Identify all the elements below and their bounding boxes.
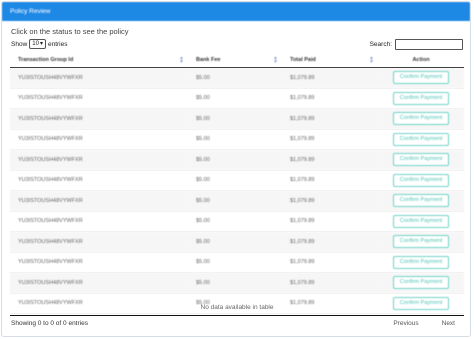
cell-transaction-group-id: YU3ISTOUSH48VYWFXR [10, 88, 188, 109]
cell-bank-fee: $5.00 [188, 231, 282, 253]
table-row: YU3ISTOUSH48VYWFXR $5.00 $1,079.89 Confirm … [10, 88, 464, 109]
confirm-payment-button[interactable]: Confirm Payment [393, 112, 449, 126]
search-input[interactable] [395, 39, 463, 50]
length-prefix: Show [11, 40, 28, 48]
table-row: YU3ISTOUSH48VYWFXR $5.00 $1,079.89 Confirm … [10, 149, 464, 171]
column-header-action: Action [378, 53, 464, 68]
confirm-payment-button[interactable]: Confirm Payment [393, 153, 449, 167]
cell-total-paid: $1,079.89 [282, 231, 378, 253]
cell-action: Confirm Payment [378, 272, 464, 294]
table-row: YU3ISTOUSH48VYWFXR $5.00 $1,079.89 Confirm … [10, 231, 464, 253]
cell-transaction-group-id: YU3ISTOUSH48VYWFXR [10, 231, 188, 253]
cell-action: Confirm Payment [378, 108, 464, 130]
cell-transaction-group-id: YU3ISTOUSH48VYWFXR [10, 211, 188, 232]
panel-title: Policy Review [2, 2, 470, 21]
cell-transaction-group-id: YU3ISTOUSH48VYWFXR [10, 272, 188, 294]
cell-action: Confirm Payment [378, 129, 464, 150]
sort-arrows-icon: ▲ ▼ [273, 55, 278, 65]
cell-bank-fee: $5.00 [188, 252, 282, 273]
cell-bank-fee: $5.00 [188, 88, 282, 109]
table-row: YU3ISTOUSH48VYWFXR $5.00 $1,079.89 Confirm … [10, 272, 464, 294]
confirm-payment-button[interactable]: Confirm Payment [393, 235, 449, 249]
cell-transaction-group-id: YU3ISTOUSH48VYWFXR [10, 149, 188, 171]
page-length-value: 10 [32, 41, 39, 47]
search-label: Search: [369, 41, 392, 48]
pagination: Previous Next [393, 320, 455, 327]
cell-total-paid: $1,079.89 [282, 252, 378, 273]
cell-transaction-group-id: YU3ISTOUSH48VYWFXR [10, 190, 188, 212]
page-length-control: Show 10 ▾ entries [11, 39, 67, 49]
cell-bank-fee: $5.00 [188, 149, 282, 171]
confirm-payment-button[interactable]: Confirm Payment [393, 214, 449, 228]
cell-total-paid: $1,079.89 [282, 272, 378, 294]
empty-table-message: No data available in table [200, 304, 274, 311]
column-header-transaction-group-id[interactable]: Transaction Group Id ▲ ▼ [10, 53, 188, 68]
previous-button[interactable]: Previous [393, 320, 418, 327]
column-header-bank-fee[interactable]: Bank Fee ▲ ▼ [188, 53, 282, 68]
cell-total-paid: $1,079.89 [282, 149, 378, 171]
cell-bank-fee: $5.00 [188, 170, 282, 191]
column-header-total-paid[interactable]: Total Paid ▲ ▼ [282, 53, 378, 68]
cell-action: Confirm Payment [378, 252, 464, 273]
cell-transaction-group-id: YU3ISTOUSH48VYWFXR [10, 108, 188, 130]
cell-bank-fee: $5.00 [188, 129, 282, 150]
sort-arrows-icon: ▲ ▼ [369, 55, 374, 65]
table-row: YU3ISTOUSH48VYWFXR $5.00 $1,079.89 Confirm … [10, 190, 464, 212]
confirm-payment-button[interactable]: Confirm Payment [393, 276, 449, 290]
table-row: YU3ISTOUSH48VYWFXR $5.00 $1,079.89 Confirm … [10, 211, 464, 232]
confirm-payment-button[interactable]: Confirm Payment [393, 173, 449, 187]
cell-bank-fee: $5.00 [188, 211, 282, 232]
cell-transaction-group-id: YU3ISTOUSH48VYWFXR [10, 67, 188, 89]
cell-total-paid: $1,079.89 [282, 211, 378, 232]
cell-total-paid: $1,079.89 [282, 129, 378, 150]
confirm-payment-button[interactable]: Confirm Payment [393, 71, 449, 85]
divider [10, 315, 464, 316]
search-control: Search: [370, 39, 463, 50]
confirm-payment-button[interactable]: Confirm Payment [393, 132, 449, 146]
length-suffix: entries [47, 40, 68, 48]
policy-hint: Click on the status to see the policy [11, 27, 129, 36]
next-button[interactable]: Next [442, 320, 455, 327]
cell-action: Confirm Payment [378, 149, 464, 171]
cell-bank-fee: $5.00 [188, 67, 282, 89]
confirm-payment-button[interactable]: Confirm Payment [393, 91, 449, 105]
table-row: YU3ISTOUSH48VYWFXR $5.00 $1,079.89 Confirm … [10, 170, 464, 191]
cell-action: Confirm Payment [378, 88, 464, 109]
cell-action: Confirm Payment [378, 170, 464, 191]
cell-total-paid: $1,079.89 [282, 88, 378, 109]
table-info: Showing 0 to 0 of 0 entries [11, 320, 88, 327]
page-length-select[interactable]: 10 ▾ [29, 39, 46, 49]
table-header-row: Transaction Group Id ▲ ▼ Bank Fee ▲ ▼ Tota… [10, 53, 464, 68]
cell-transaction-group-id: YU3ISTOUSH48VYWFXR [10, 252, 188, 273]
cell-bank-fee: $5.00 [188, 272, 282, 294]
table-row: YU3ISTOUSH48VYWFXR $5.00 $1,079.89 Confirm … [10, 252, 464, 273]
cell-total-paid: $1,079.89 [282, 170, 378, 191]
cell-bank-fee: $5.00 [188, 108, 282, 130]
transactions-table: Transaction Group Id ▲ ▼ Bank Fee ▲ ▼ Tota… [10, 53, 464, 314]
cell-transaction-group-id: YU3ISTOUSH48VYWFXR [10, 170, 188, 191]
cell-total-paid: $1,079.89 [282, 67, 378, 89]
cell-transaction-group-id: YU3ISTOUSH48VYWFXR [10, 129, 188, 150]
table-row: YU3ISTOUSH48VYWFXR $5.00 $1,079.89 Confirm … [10, 67, 464, 89]
cell-bank-fee: $5.00 [188, 190, 282, 212]
chevron-down-icon: ▾ [39, 41, 43, 47]
table-row: YU3ISTOUSH48VYWFXR $5.00 $1,079.89 Confirm … [10, 108, 464, 130]
cell-action: Confirm Payment [378, 67, 464, 89]
confirm-payment-button[interactable]: Confirm Payment [393, 255, 449, 269]
cell-action: Confirm Payment [378, 190, 464, 212]
sort-arrows-icon: ▲ ▼ [179, 55, 184, 65]
confirm-payment-button[interactable]: Confirm Payment [393, 194, 449, 208]
cell-total-paid: $1,079.89 [282, 190, 378, 212]
table-row: YU3ISTOUSH48VYWFXR $5.00 $1,079.89 Confirm … [10, 129, 464, 150]
cell-action: Confirm Payment [378, 231, 464, 253]
policy-review-panel: Policy Review Click on the status to see… [1, 1, 471, 337]
cell-action: Confirm Payment [378, 211, 464, 232]
cell-total-paid: $1,079.89 [282, 108, 378, 130]
